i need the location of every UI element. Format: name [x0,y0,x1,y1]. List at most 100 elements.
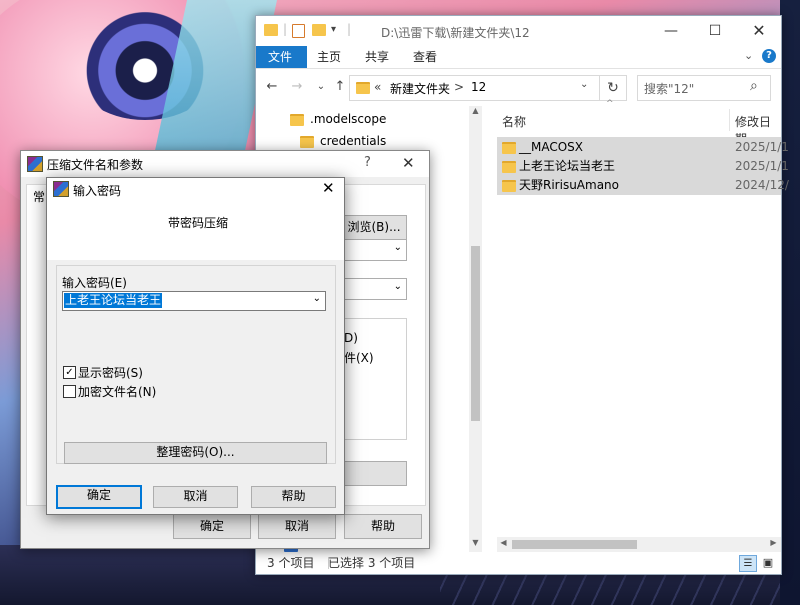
recent-locations-icon[interactable]: ⌄ [313,79,329,95]
column-divider[interactable] [729,109,730,131]
folder-icon [264,24,278,36]
horizontal-scrollbar[interactable]: ◀ ▶ [497,537,781,552]
wallpaper-right [780,0,800,605]
scroll-down-icon[interactable]: ▼ [469,538,482,552]
maximize-button[interactable]: ☐ [693,16,737,46]
help-icon[interactable]: ? [762,49,776,63]
compression-select[interactable]: ⌄ [343,278,407,300]
scroll-thumb[interactable] [471,246,480,421]
breadcrumb-item[interactable]: 12 [471,80,486,94]
password-value: 上老王论坛当老王 [64,293,163,308]
quick-access-dropdown-icon[interactable]: ▾ [331,24,336,35]
file-row[interactable]: __MACOSX 2025/1/1 [497,137,789,157]
help-button[interactable]: 帮助 [251,486,336,508]
column-name[interactable]: 名称 [502,113,526,130]
rar-ok-button[interactable]: 确定 [173,514,251,539]
password-dialog-title: 输入密码 [73,184,122,198]
titlebar-separator: | [283,22,288,36]
file-row[interactable]: 上老王论坛当老王 2025/1/1 [497,156,789,176]
tab-file[interactable]: 文件 [256,46,307,68]
folder-icon [502,161,516,173]
address-bar[interactable]: « 新建文件夹 > 12 ⌄ [349,75,627,101]
update-mode-select[interactable]: ⌄ [343,239,407,261]
breadcrumb-separator: > [454,80,465,94]
tree-item-label: credentials [320,134,387,148]
properties-icon[interactable] [292,24,305,38]
password-header-area: 带密码压缩 [47,200,344,260]
scroll-up-icon[interactable]: ▲ [469,106,482,120]
rar-help-button[interactable]: 帮助 [344,514,422,539]
rar-panel-button[interactable] [341,461,407,486]
password-input[interactable]: 上老王论坛当老王 ⌄ [62,291,326,311]
tab-general[interactable]: 常 [33,188,45,205]
folder-icon [502,180,516,192]
tab-view[interactable]: 查看 [401,46,449,68]
option-label[interactable]: 件(X) [344,349,374,366]
tree-item-label: .modelscope [310,112,387,126]
chevron-down-icon: ⌄ [393,281,402,292]
chevron-down-icon[interactable]: ⌄ [313,293,321,304]
show-password-label[interactable]: 显示密码(S) [78,364,143,381]
details-view-icon[interactable]: ☰ [739,555,757,572]
large-icons-view-icon[interactable]: ▣ [760,555,776,570]
rar-dialog-title: 压缩文件名和参数 [47,158,144,172]
browse-button[interactable]: 浏览(B)... [341,215,407,240]
rar-cancel-button[interactable]: 取消 [258,514,336,539]
close-button[interactable]: ✕ [737,16,781,46]
file-date: 2025/1/1 [735,140,789,154]
file-name: 天野RirisuAmano [519,178,619,192]
minimize-button[interactable]: — [649,16,693,46]
tab-share[interactable]: 共享 [353,46,401,68]
search-input[interactable]: 搜索"12" ⌕ [637,75,771,101]
explorer-titlebar: | ▾ | D:\迅雷下载\新建文件夹\12 — ☐ ✕ [256,16,781,46]
scroll-right-icon[interactable]: ▶ [767,538,780,547]
password-dialog-titlebar: 输入密码 ✕ [47,178,344,200]
breadcrumb-overflow[interactable]: « [374,80,381,94]
encrypt-filenames-checkbox[interactable] [63,385,76,398]
ribbon-expand-icon[interactable]: ⌄ [744,49,753,62]
password-dialog: 输入密码 ✕ 带密码压缩 输入密码(E) 上老王论坛当老王 ⌄ ✓ 显示密码(S… [46,177,345,515]
address-dropdown-icon[interactable]: ⌄ [580,79,588,90]
tab-home[interactable]: 主页 [305,46,353,68]
file-date: 2025/1/1 [735,159,789,173]
forward-arrow-icon[interactable]: → [289,79,305,95]
new-folder-icon[interactable] [312,24,326,36]
column-headers: 名称 修改日期 [497,109,781,146]
option-label[interactable]: D) [344,331,358,345]
breadcrumb-item[interactable]: 新建文件夹 [390,80,450,97]
organize-passwords-button[interactable]: 整理密码(O)... [64,442,327,464]
show-password-checkbox[interactable]: ✓ [63,366,76,379]
chevron-down-icon: ⌄ [393,242,402,253]
address-folder-icon [356,82,370,94]
folder-icon [502,142,516,154]
file-name: __MACOSX [519,140,584,154]
refresh-icon[interactable]: ↻ [599,75,627,101]
cancel-button[interactable]: 取消 [153,486,238,508]
encrypt-filenames-label[interactable]: 加密文件名(N) [78,383,156,400]
file-name: 上老王论坛当老王 [519,159,616,173]
help-icon[interactable]: ? [364,155,371,170]
status-selected-count: 已选择 3 个项目 [328,556,416,570]
back-arrow-icon[interactable]: ← [264,79,280,95]
search-placeholder: 搜索"12" [644,82,695,96]
close-icon[interactable]: ✕ [322,179,335,197]
tree-item[interactable]: .modelscope [290,108,386,130]
search-icon[interactable]: ⌕ [750,78,758,94]
scroll-left-icon[interactable]: ◀ [497,538,510,547]
scroll-thumb[interactable] [512,540,637,549]
sort-indicator-icon: ^ [606,99,614,109]
file-row[interactable]: 天野RirisuAmano 2024/12/ [497,175,789,195]
window-title: D:\迅雷下载\新建文件夹\12 [381,26,530,40]
winrar-icon [53,181,69,197]
tree-item[interactable]: credentials [300,130,386,152]
password-heading: 带密码压缩 [168,216,229,230]
folder-icon [300,135,314,148]
ribbon-tabs: 文件 主页 共享 查看 ⌄ ? [256,46,781,69]
navigation-bar: ← → ⌄ ↑ « 新建文件夹 > 12 ⌄ ↻ 搜索"12" ⌕ [256,71,781,103]
up-arrow-icon[interactable]: ↑ [332,79,348,95]
ok-button[interactable]: 确定 [56,485,142,509]
tree-scrollbar[interactable]: ▲ ▼ [469,106,482,552]
folder-icon [290,113,304,126]
archive-options-group: D) 件(X) [341,318,407,440]
close-icon[interactable]: ✕ [402,154,415,172]
